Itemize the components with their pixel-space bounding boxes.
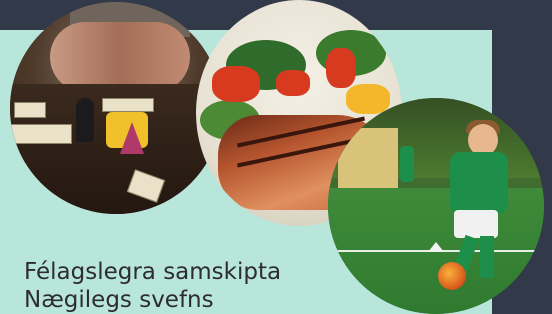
- tomato-shape: [276, 70, 310, 96]
- player-shorts: [454, 210, 498, 238]
- caption-list: Félagslegra samskipta Nægilegs svefns: [24, 258, 281, 314]
- caption-social-interaction: Félagslegra samskipta: [24, 259, 282, 285]
- building-shape: [338, 128, 398, 188]
- child-football-photo: [328, 98, 544, 314]
- tomato-shape: [212, 66, 260, 102]
- purple-cone: [120, 122, 144, 154]
- football: [438, 262, 466, 290]
- hands-shape: [50, 22, 190, 92]
- game-card: [10, 124, 72, 144]
- background-player: [400, 146, 414, 182]
- game-card: [102, 98, 154, 112]
- player-shirt: [450, 152, 508, 214]
- black-pawn: [76, 98, 94, 142]
- player-leg: [480, 236, 494, 278]
- tomato-shape: [326, 48, 356, 88]
- training-cone: [428, 242, 444, 252]
- game-card: [14, 102, 46, 118]
- board-game-photo: [10, 2, 222, 214]
- caption-enough-sleep: Nægilegs svefns: [24, 287, 214, 313]
